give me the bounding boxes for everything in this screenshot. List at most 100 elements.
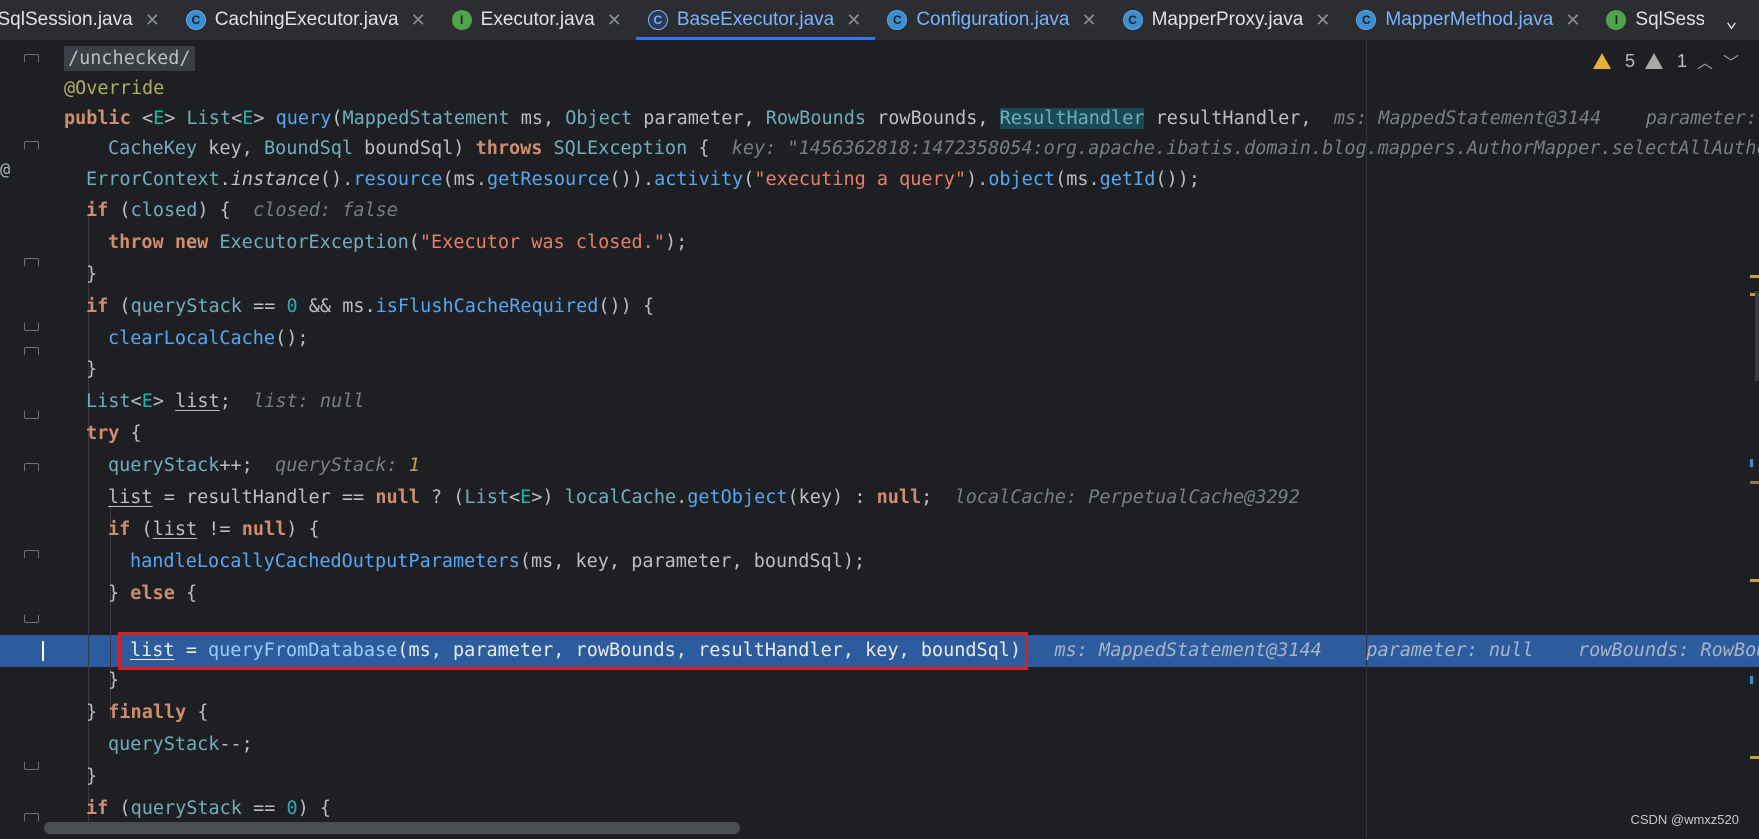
- fold-icon[interactable]: [24, 258, 39, 272]
- variable: list: [130, 640, 175, 661]
- tab-overflow-button[interactable]: ⌄: [1704, 0, 1759, 40]
- tab-base-executor[interactable]: C BaseExecutor.java ✕: [635, 0, 876, 40]
- fold-icon[interactable]: [24, 463, 39, 477]
- close-icon[interactable]: ✕: [411, 10, 426, 31]
- variable: list: [175, 391, 220, 412]
- variable: list: [152, 519, 198, 540]
- fold-icon[interactable]: [24, 609, 39, 623]
- field: closed: [130, 200, 198, 221]
- code-line: queryStack--;: [108, 734, 253, 755]
- close-icon[interactable]: ✕: [1315, 10, 1330, 31]
- code-token: >: [253, 108, 276, 129]
- type-param: E: [520, 487, 532, 508]
- fold-icon[interactable]: [24, 405, 39, 419]
- type: BoundSql: [263, 138, 354, 159]
- class-icon: C: [887, 10, 908, 30]
- close-icon[interactable]: ✕: [1081, 10, 1096, 31]
- warning-count: 5: [1624, 50, 1635, 71]
- code-line: if (queryStack == 0) {: [86, 798, 332, 819]
- tab-executor[interactable]: I Executor.java ✕: [440, 0, 636, 40]
- code-line: CacheKey key, BoundSql boundSql) throws …: [108, 133, 1759, 165]
- code-line: @Override: [64, 73, 164, 105]
- tab-label: MapperMethod.java: [1385, 9, 1554, 30]
- type: List: [186, 108, 232, 129]
- watermark: CSDN @wmxz520: [1630, 812, 1739, 827]
- method-name: getResource: [487, 169, 610, 190]
- tab-label: Executor.java: [480, 9, 595, 30]
- fold-icon[interactable]: [24, 141, 39, 155]
- stripe-mark[interactable]: [1750, 459, 1753, 467]
- tab-default-sql-session[interactable]: ltSqlSession.java ✕: [0, 0, 174, 40]
- chevron-up-icon[interactable]: ︿: [1697, 49, 1713, 73]
- type-param: E: [153, 108, 165, 129]
- method-name: clearLocalCache: [108, 328, 276, 349]
- close-icon[interactable]: ✕: [846, 10, 861, 31]
- code-line: } finally {: [86, 702, 209, 723]
- inspection-widget[interactable]: 5 1 ︿ ﹀: [1592, 49, 1739, 73]
- fold-icon[interactable]: [24, 317, 39, 331]
- variable: list: [108, 487, 153, 508]
- override-gutter-icon[interactable]: @: [0, 160, 10, 180]
- class-icon: C: [647, 10, 668, 30]
- editor-tab-bar: ltSqlSession.java ✕ C CachingExecutor.ja…: [0, 0, 1759, 41]
- keyword: finally: [108, 702, 187, 723]
- horizontal-scrollbar[interactable]: [44, 822, 740, 834]
- keyword: if: [86, 798, 109, 819]
- keyword: null: [241, 519, 287, 540]
- code-line: throw new ExecutorException("Executor wa…: [108, 232, 688, 253]
- code-token: parameter,: [632, 108, 766, 129]
- stripe-mark[interactable]: [1750, 756, 1759, 759]
- code-line: }: [86, 264, 98, 285]
- code-line: } else {: [108, 583, 198, 604]
- tab-label: BaseExecutor.java: [676, 9, 835, 30]
- tab-mapper-proxy[interactable]: C MapperProxy.java ✕: [1111, 0, 1345, 40]
- code-token: >: [164, 108, 187, 129]
- hint-value: 1: [408, 455, 420, 476]
- code-token: key,: [197, 138, 264, 159]
- inline-debug-value: ms: MappedStatement@3144: [1333, 108, 1602, 129]
- chevron-down-icon[interactable]: ﹀: [1723, 49, 1739, 73]
- fold-icon[interactable]: [24, 550, 39, 564]
- scrollbar-thumb[interactable]: [1755, 291, 1759, 381]
- keyword: if: [108, 519, 131, 540]
- inline-debug-value: queryStack: 1: [275, 455, 420, 476]
- stripe-mark[interactable]: [1750, 275, 1759, 278]
- code-line: if (list != null) {: [108, 519, 320, 540]
- code-line: if (queryStack == 0 && ms.isFlushCacheRe…: [86, 296, 655, 317]
- tab-configuration[interactable]: C Configuration.java ✕: [875, 0, 1110, 40]
- class-icon: C: [185, 10, 206, 30]
- fold-icon[interactable]: [24, 813, 39, 827]
- stripe-mark[interactable]: [1750, 579, 1759, 582]
- stripe-mark[interactable]: [1750, 481, 1759, 484]
- method-name: instance: [230, 169, 320, 190]
- code-token: {: [687, 138, 710, 159]
- fold-icon[interactable]: [24, 756, 39, 770]
- code-token: resultHandler,: [1144, 108, 1312, 129]
- keyword: throw: [108, 232, 164, 253]
- code-token: <: [231, 108, 243, 129]
- fold-icon[interactable]: [24, 347, 39, 361]
- keyword: try: [86, 423, 120, 444]
- code-line: clearLocalCache();: [108, 328, 309, 349]
- code-token: boundSql): [353, 138, 476, 159]
- close-icon[interactable]: ✕: [607, 10, 622, 31]
- highlighted-type: ResultHandler: [999, 108, 1145, 129]
- code-editor[interactable]: @ /unchecked/ @Override public <E> List<…: [0, 41, 1759, 839]
- code-line: }: [86, 359, 98, 380]
- code-line: try {: [86, 423, 142, 444]
- stripe-mark[interactable]: [1750, 676, 1753, 684]
- code-token: rowBounds,: [866, 108, 1000, 129]
- tab-caching-executor[interactable]: C CachingExecutor.java ✕: [174, 0, 440, 40]
- method-name: query: [275, 108, 332, 129]
- close-icon[interactable]: ✕: [145, 10, 160, 31]
- keyword: public: [64, 108, 131, 129]
- code-token: (ms, parameter, rowBounds, resultHandler…: [397, 640, 1033, 661]
- string-literal: "executing a query": [754, 169, 966, 190]
- field: localCache: [564, 487, 677, 508]
- close-icon[interactable]: ✕: [1565, 10, 1580, 31]
- fold-icon[interactable]: [24, 54, 39, 68]
- weak-warning-count: 1: [1676, 50, 1687, 71]
- tab-label: ltSqlSession.java: [0, 9, 133, 30]
- inline-debug-value: ms: MappedStatement@3144: [1054, 640, 1322, 661]
- tab-mapper-method[interactable]: C MapperMethod.java ✕: [1344, 0, 1594, 40]
